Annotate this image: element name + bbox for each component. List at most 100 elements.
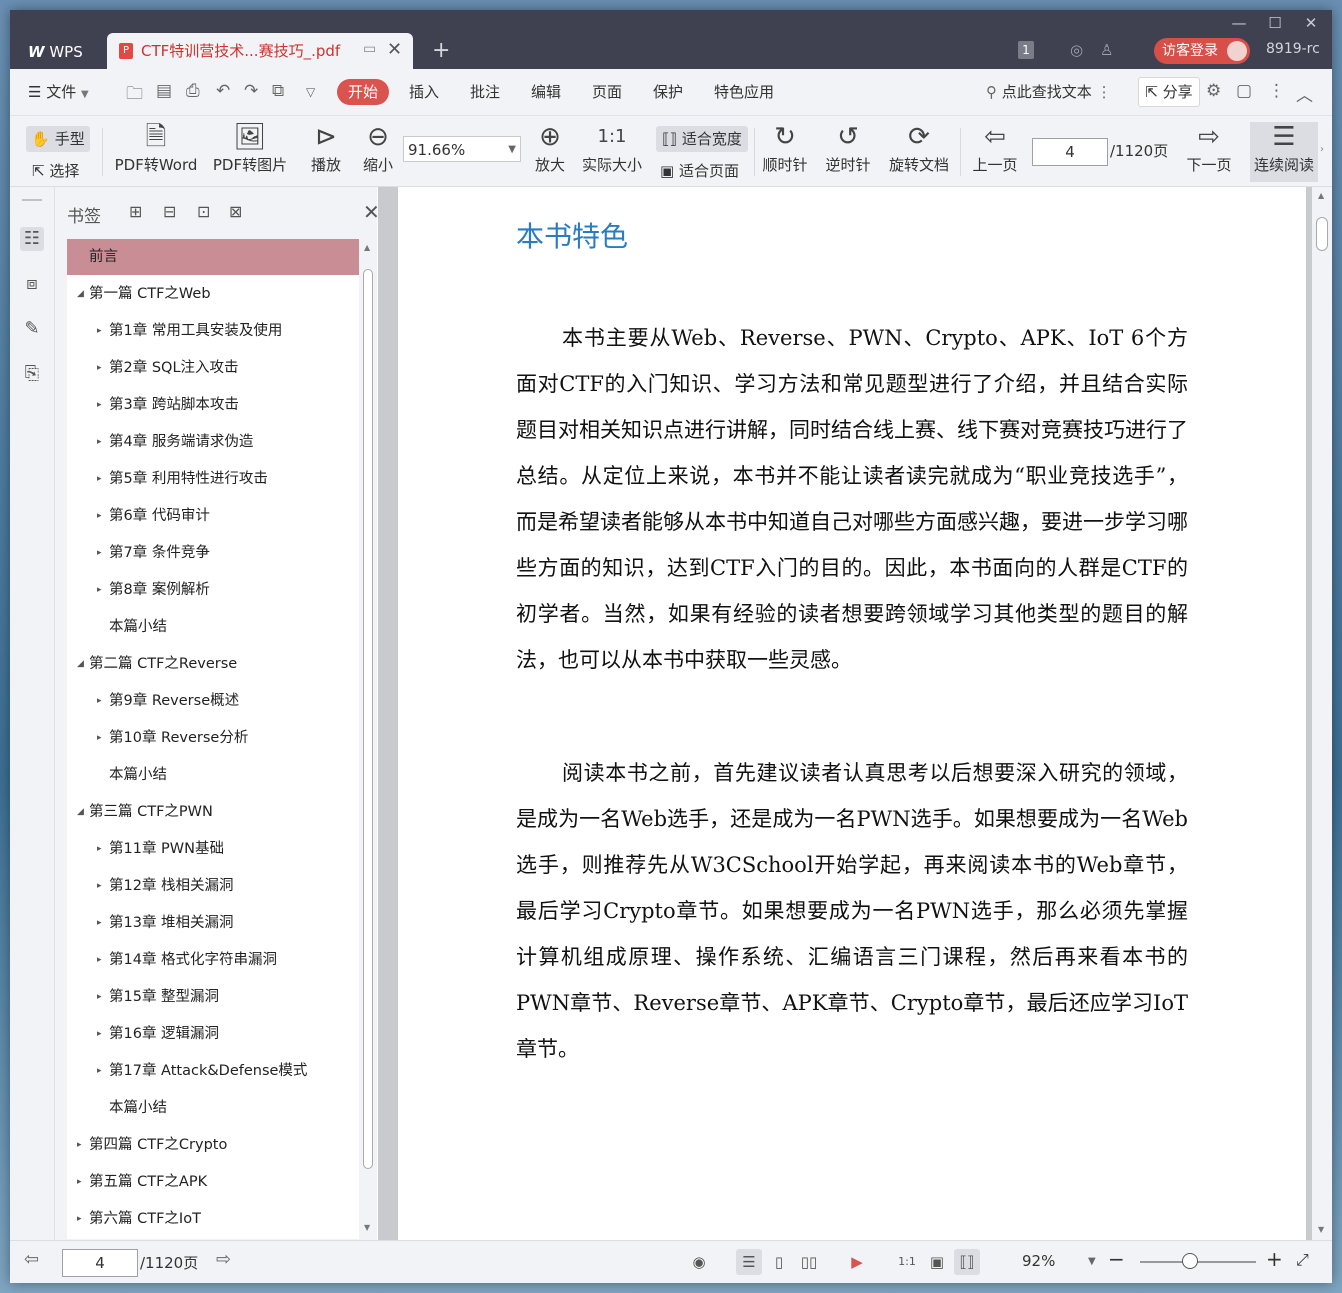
bookmark-item[interactable]: ▸ 第四篇 CTF之Crypto	[67, 1127, 359, 1163]
prev-page-arrow-icon[interactable]: ⇦	[24, 1249, 39, 1270]
ribbon-scroll-right-icon[interactable]: ›	[1320, 144, 1324, 155]
collapsed-arrow-icon[interactable]: ▸	[97, 683, 102, 719]
bookmark-item[interactable]: ▸ 第8章 案例解析	[67, 572, 359, 608]
zoom-level-select[interactable]: 91.66% ▼	[403, 136, 521, 162]
annotation-icon[interactable]: ✎	[20, 317, 44, 341]
bookmark-item[interactable]: ▸ 第3章 跨站脚本攻击	[67, 387, 359, 423]
bookmark-item[interactable]: 本篇小结	[67, 609, 359, 645]
document-tab[interactable]: P CTF特训营技术...赛技巧_.pdf ▭ ✕	[107, 33, 413, 69]
page-number-input[interactable]: 4	[1032, 138, 1108, 166]
bookmark-item[interactable]: ▸ 第六篇 CTF之IoT	[67, 1201, 359, 1237]
pdf-to-image-button[interactable]: 🖼 PDF转图片	[208, 120, 292, 176]
collapsed-arrow-icon[interactable]: ▸	[97, 387, 102, 423]
bookmark-item[interactable]: ▸ 第15章 整型漏洞	[67, 979, 359, 1015]
continuous-view-icon[interactable]: ☰	[736, 1249, 762, 1275]
expanded-arrow-icon[interactable]: ◢	[77, 646, 84, 682]
collapsed-arrow-icon[interactable]: ▸	[97, 572, 102, 608]
menu-tab-special[interactable]: 特色应用	[714, 81, 774, 102]
scroll-down-icon[interactable]: ▼	[1318, 1225, 1324, 1234]
actual-size-button[interactable]: 1:1 实际大小	[580, 120, 644, 176]
collapsed-arrow-icon[interactable]: ▸	[97, 979, 102, 1015]
menu-tab-home[interactable]: 开始	[337, 79, 389, 105]
thumbnail-icon[interactable]: ⧈	[20, 272, 44, 296]
bookmark-item[interactable]: ▸ 第13章 堆相关漏洞	[67, 905, 359, 941]
next-page-button[interactable]: ⇨ 下一页	[1184, 120, 1234, 176]
bookmark-item[interactable]: ▸ 第16章 逻辑漏洞	[67, 1016, 359, 1052]
add-bookmark-icon[interactable]: ⊞	[129, 202, 142, 221]
print-icon[interactable]: ⎙	[186, 81, 200, 101]
bookmark-item[interactable]: ▸ 第2章 SQL注入攻击	[67, 350, 359, 386]
collapsed-arrow-icon[interactable]: ▸	[97, 535, 102, 571]
collapsed-arrow-icon[interactable]: ▸	[97, 905, 102, 941]
bookmark-scroll-thumb[interactable]	[363, 269, 373, 1169]
collapsed-arrow-icon[interactable]: ▸	[97, 461, 102, 497]
bookmark-item[interactable]: ▸ 第10章 Reverse分析	[67, 720, 359, 756]
collapsed-arrow-icon[interactable]: ▸	[97, 313, 102, 349]
collapsed-arrow-icon[interactable]: ▸	[77, 1127, 82, 1163]
scroll-up-icon[interactable]: ▲	[1318, 191, 1324, 200]
sync-icon[interactable]: ◎	[1070, 41, 1083, 59]
rotate-clockwise-button[interactable]: ↻ 顺时针	[762, 120, 808, 176]
document-scroll-thumb[interactable]	[1316, 217, 1328, 251]
actual-size-icon[interactable]: 1:1	[894, 1249, 920, 1275]
hand-tool-button[interactable]: ✋ 手型	[26, 126, 90, 152]
open-folder-icon[interactable]: 🗀	[126, 81, 143, 110]
select-tool-button[interactable]: ⇱ 选择	[32, 160, 79, 181]
zoom-slider[interactable]	[1140, 1253, 1256, 1269]
redo-icon[interactable]: ↷	[244, 81, 258, 101]
comment-icon[interactable]: ▢	[1236, 81, 1252, 101]
bookmark-item[interactable]: ▸ 第6章 代码审计	[67, 498, 359, 534]
continuous-reading-button[interactable]: ☰ 连续阅读	[1250, 122, 1318, 182]
guest-login-button[interactable]: 访客登录	[1154, 38, 1250, 64]
zoom-out-icon[interactable]: −	[1108, 1247, 1125, 1271]
fit-width-icon[interactable]: ⟦⟧	[954, 1249, 980, 1275]
window-count-badge[interactable]: 1	[1018, 41, 1034, 59]
bookmark-item[interactable]: ◢ 第三篇 CTF之PWN	[67, 794, 359, 830]
chevron-down-icon[interactable]: ▼	[1088, 1256, 1096, 1267]
collapsed-arrow-icon[interactable]: ▸	[77, 1164, 82, 1200]
menu-tab-edit[interactable]: 编辑	[531, 81, 561, 102]
play-button[interactable]: ⊳ 播放	[306, 120, 346, 176]
bookmark-item[interactable]: ▸ 第14章 格式化字符串漏洞	[67, 942, 359, 978]
save-icon[interactable]: ▤	[156, 81, 172, 101]
bookmark-panel-icon[interactable]: ☷	[20, 227, 44, 251]
bookmark-item[interactable]: 本篇小结	[67, 1090, 359, 1126]
wps-home-tab[interactable]: W WPS	[16, 35, 104, 69]
add-child-bookmark-icon[interactable]: ⊟	[163, 202, 176, 221]
collapsed-arrow-icon[interactable]: ▸	[77, 1201, 82, 1237]
pdf-to-word-button[interactable]: 🗎 PDF转Word	[114, 120, 198, 176]
fit-page-button[interactable]: ▣ 适合页面	[660, 160, 739, 181]
document-viewport[interactable]: 本书特色 本书主要从Web、Reverse、PWN、Crypto、APK、IoT…	[378, 187, 1332, 1240]
collapsed-arrow-icon[interactable]: ▸	[97, 350, 102, 386]
collapsed-arrow-icon[interactable]: ▸	[97, 424, 102, 460]
collapsed-arrow-icon[interactable]: ▸	[97, 942, 102, 978]
expand-bookmark-icon[interactable]: ⊡	[197, 202, 210, 221]
zoom-percent[interactable]: 92%	[1022, 1252, 1055, 1270]
menu-tab-insert[interactable]: 插入	[409, 81, 439, 102]
bookmark-item[interactable]: ▸ 第7章 条件竞争	[67, 535, 359, 571]
play-slideshow-icon[interactable]: ▶	[844, 1249, 870, 1275]
menu-tab-protect[interactable]: 保护	[653, 81, 683, 102]
bookmark-item[interactable]: ◢ 第一篇 CTF之Web	[67, 276, 359, 312]
bookmark-item[interactable]: ▸ 第9章 Reverse概述	[67, 683, 359, 719]
collapsed-arrow-icon[interactable]: ▸	[97, 498, 102, 534]
collapsed-arrow-icon[interactable]: ▸	[97, 1016, 102, 1052]
bookmark-item[interactable]: ◢ 第二篇 CTF之Reverse	[67, 646, 359, 682]
close-window-icon[interactable]: ✕	[1296, 12, 1326, 34]
bookmark-item[interactable]: ▸ 第12章 栈相关漏洞	[67, 868, 359, 904]
expanded-arrow-icon[interactable]: ◢	[77, 794, 84, 830]
zoom-in-icon[interactable]: +	[1266, 1247, 1283, 1271]
maximize-icon[interactable]: ☐	[1260, 12, 1290, 34]
signature-icon[interactable]: ⎘	[20, 362, 44, 386]
collapsed-arrow-icon[interactable]: ▸	[97, 831, 102, 867]
rotate-counter-clockwise-button[interactable]: ↺ 逆时针	[825, 120, 871, 176]
close-tab-icon[interactable]: ✕	[387, 39, 402, 60]
new-tab-icon[interactable]: +	[432, 38, 450, 63]
zoom-slider-knob[interactable]	[1182, 1253, 1198, 1269]
drag-handle[interactable]	[22, 199, 42, 201]
skin-icon[interactable]: ♙	[1100, 41, 1113, 59]
monitor-icon[interactable]: ▭	[363, 41, 376, 57]
bookmark-item[interactable]: 本篇小结	[67, 757, 359, 793]
minimize-icon[interactable]: —	[1224, 12, 1254, 34]
zoom-in-button[interactable]: ⊕ 放大	[530, 120, 570, 176]
